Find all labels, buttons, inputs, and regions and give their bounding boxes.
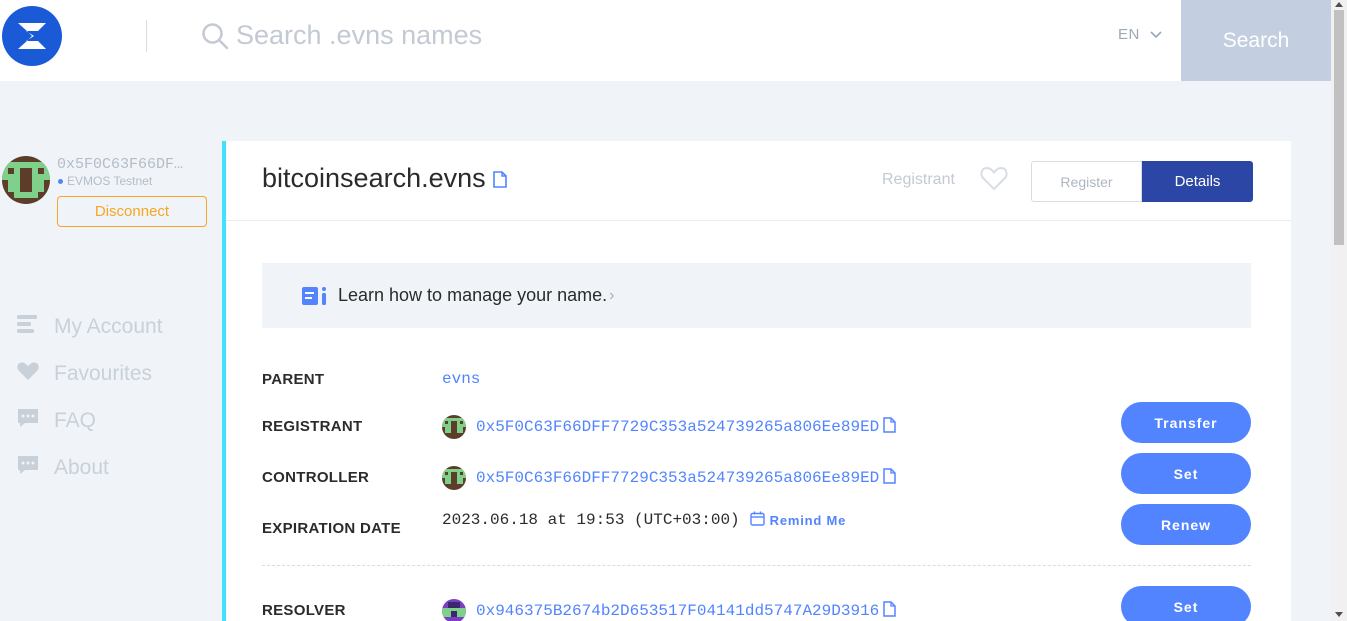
parent-link[interactable]: evns bbox=[442, 370, 480, 388]
copy-icon[interactable] bbox=[883, 416, 897, 438]
resolver-address[interactable]: 0x946375B2674b2D653517F04141dd5747A29D39… bbox=[476, 602, 879, 620]
list-icon bbox=[16, 312, 40, 342]
sidebar-item-label: About bbox=[54, 456, 109, 479]
search-button[interactable]: Search bbox=[1181, 0, 1331, 81]
expiration-row: 2023.06.18 at 19:53 (UTC+03:00) Remind M… bbox=[442, 511, 846, 529]
header-divider bbox=[146, 20, 147, 52]
controller-address[interactable]: 0x5F0C63F66DFF7729C353a524739265a806Ee89… bbox=[476, 469, 879, 487]
tab-details[interactable]: Details bbox=[1142, 161, 1253, 202]
search-icon bbox=[201, 22, 229, 55]
sidebar-item-label: FAQ bbox=[54, 409, 97, 432]
registrant-address[interactable]: 0x5F0C63F66DFF7729C353a524739265a806Ee89… bbox=[476, 418, 879, 436]
scroll-thumb[interactable] bbox=[1334, 10, 1344, 245]
search-input[interactable] bbox=[236, 14, 1036, 56]
chevron-down-icon bbox=[1150, 26, 1162, 43]
registrant-label: Registrant bbox=[882, 171, 955, 188]
chevron-right-icon: › bbox=[609, 286, 615, 304]
parent-label: PARENT bbox=[262, 371, 325, 388]
set-controller-button[interactable]: Set bbox=[1121, 453, 1251, 494]
network-label: EVMOS Testnet bbox=[67, 174, 153, 188]
registrant-address-row: 0x5F0C63F66DFF7729C353a524739265a806Ee89… bbox=[442, 415, 897, 439]
heart-icon bbox=[16, 359, 40, 389]
heart-icon[interactable] bbox=[980, 165, 1008, 196]
tab-register[interactable]: Register bbox=[1031, 161, 1142, 202]
account-avatar bbox=[2, 156, 50, 204]
learn-banner-text: Learn how to manage your name. bbox=[338, 285, 608, 305]
resolver-avatar bbox=[442, 599, 466, 621]
section-divider bbox=[262, 565, 1251, 566]
language-label: EN bbox=[1118, 26, 1140, 43]
sidebar-item-my-account[interactable]: My Account bbox=[16, 312, 163, 342]
resolver-address-row: 0x946375B2674b2D653517F04141dd5747A29D39… bbox=[442, 599, 897, 621]
network-dot-icon bbox=[58, 178, 63, 184]
set-resolver-button[interactable]: Set bbox=[1121, 586, 1251, 621]
guide-icon bbox=[302, 286, 328, 306]
sidebar-item-label: My Account bbox=[54, 315, 163, 338]
copy-icon[interactable] bbox=[883, 600, 897, 621]
copy-icon[interactable] bbox=[493, 171, 507, 193]
card-header: bitcoinsearch.evns Registrant Register D… bbox=[226, 141, 1291, 221]
network-indicator: EVMOS Testnet bbox=[58, 174, 152, 188]
remind-me-label: Remind Me bbox=[769, 512, 847, 528]
expiration-row-label: EXPIRATION DATE bbox=[262, 520, 401, 537]
chat-icon bbox=[16, 453, 40, 483]
scroll-down-arrow-icon[interactable] bbox=[1335, 612, 1343, 617]
transfer-button[interactable]: Transfer bbox=[1121, 402, 1251, 443]
controller-row-label: CONTROLLER bbox=[262, 469, 370, 486]
page-scrollbar[interactable] bbox=[1331, 0, 1347, 621]
disconnect-button[interactable]: Disconnect bbox=[57, 196, 207, 227]
evns-logo[interactable] bbox=[2, 6, 62, 66]
domain-title: bitcoinsearch.evns bbox=[262, 163, 486, 193]
sidebar-item-faq[interactable]: FAQ bbox=[16, 406, 96, 436]
sidebar-item-favourites[interactable]: Favourites bbox=[16, 359, 152, 389]
learn-banner[interactable]: Learn how to manage your name. › bbox=[262, 263, 1251, 328]
renew-button[interactable]: Renew bbox=[1121, 504, 1251, 545]
parent-value[interactable]: evns bbox=[442, 370, 480, 388]
scroll-up-arrow-icon[interactable] bbox=[1335, 2, 1343, 7]
controller-avatar bbox=[442, 466, 466, 490]
sidebar-item-label: Favourites bbox=[54, 362, 153, 385]
copy-icon[interactable] bbox=[883, 467, 897, 489]
resolver-row-label: RESOLVER bbox=[262, 602, 346, 619]
account-address: 0x5F0C63F66DF… bbox=[57, 156, 184, 173]
sidebar-item-about[interactable]: About bbox=[16, 453, 109, 483]
language-selector[interactable]: EN bbox=[1118, 26, 1162, 43]
expiration-date: 2023.06.18 at 19:53 (UTC+03:00) bbox=[442, 511, 740, 529]
chat-icon bbox=[16, 406, 40, 436]
domain-details-card: bitcoinsearch.evns Registrant Register D… bbox=[222, 141, 1291, 621]
registrant-row-label: REGISTRANT bbox=[262, 418, 363, 435]
remind-me-link[interactable]: Remind Me bbox=[749, 511, 847, 529]
calendar-icon bbox=[749, 511, 765, 529]
top-header: EN Search bbox=[0, 0, 1331, 81]
registrant-avatar bbox=[442, 415, 466, 439]
controller-address-row: 0x5F0C63F66DFF7729C353a524739265a806Ee89… bbox=[442, 466, 897, 490]
